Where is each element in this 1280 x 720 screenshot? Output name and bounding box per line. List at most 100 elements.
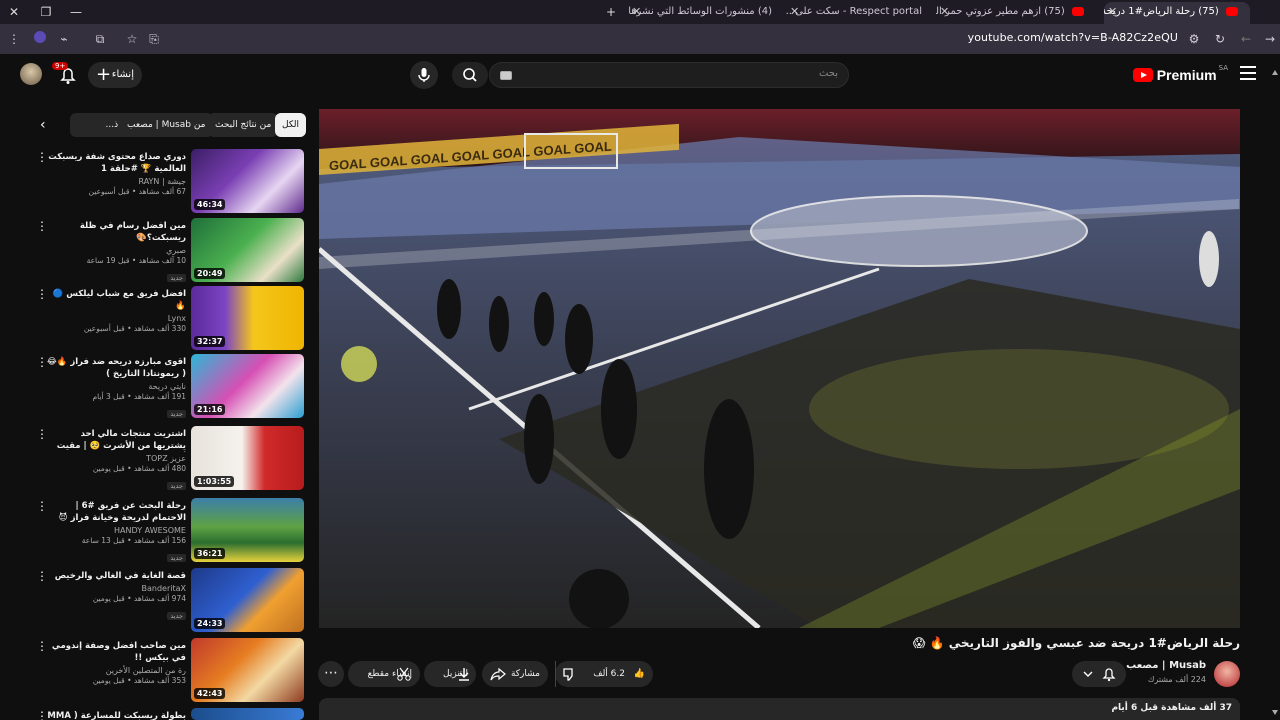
views-and-date: 37 ألف مشاهدة قبل 6 أيام: [1111, 703, 1232, 713]
install-app-icon[interactable]: ⎘: [146, 31, 162, 47]
site-settings-icon[interactable]: ⚙: [1186, 31, 1202, 47]
subscription-bell-button[interactable]: [1072, 661, 1126, 687]
channel-name[interactable]: عزيز TOPZ: [46, 454, 186, 463]
menu-dots-icon[interactable]: ⋮: [6, 31, 22, 47]
more-options-icon[interactable]: ⋮: [36, 428, 48, 440]
video-title[interactable]: افضل فريق مع شباب ليلكس 🔵🔥: [46, 288, 186, 312]
video-title[interactable]: دوري صداع محتوى شفة ريسبكت العالمية 🏆 #ح…: [46, 151, 186, 175]
close-tab-icon[interactable]: ✕: [1108, 2, 1117, 22]
forward-icon[interactable]: ←: [1238, 31, 1254, 47]
video-thumbnail[interactable]: 24:33: [191, 568, 304, 632]
more-actions-button[interactable]: ⋯: [318, 661, 344, 687]
more-options-icon[interactable]: ⋮: [36, 220, 48, 232]
list-item[interactable]: 36:21 رحلة البحث عن فريق #6 | الاحتمام ل…: [32, 498, 304, 562]
video-thumbnail[interactable]: 1:03:55: [191, 426, 304, 490]
video-title[interactable]: مين افضل رسام في ظلة ريسبكت؟🎨: [46, 220, 186, 244]
channel-name[interactable]: HANDY AWESOME: [46, 526, 186, 535]
chip-all[interactable]: الكل: [275, 113, 307, 137]
chip-from-channel[interactable]: من Musab | مصعب: [120, 113, 213, 137]
video-thumbnail[interactable]: [191, 708, 304, 720]
description-box[interactable]: 37 ألف مشاهدة قبل 6 أيام: [319, 698, 1240, 720]
close-tab-icon[interactable]: ✕: [790, 2, 799, 22]
restore-window-icon[interactable]: ❐: [38, 4, 54, 20]
video-title[interactable]: اشتريت منتجات مالي احد يشتريها من الأشرت…: [46, 428, 186, 452]
more-options-icon[interactable]: ⋮: [36, 570, 48, 582]
more-options-icon[interactable]: ⋮: [36, 710, 48, 720]
page-scrollbar[interactable]: [1270, 56, 1280, 720]
video-title[interactable]: رحلة البحث عن فريق #6 | الاحتمام لدريحة …: [46, 500, 186, 524]
reload-icon[interactable]: ↻: [1212, 31, 1228, 47]
search-button[interactable]: [452, 62, 488, 88]
more-options-icon[interactable]: ⋮: [36, 500, 48, 512]
channel-name-main[interactable]: Musab | مصعب: [1126, 660, 1206, 671]
dislike-button[interactable]: [555, 661, 583, 687]
more-options-icon[interactable]: ⋮: [36, 356, 48, 368]
video-thumbnail[interactable]: 20:49: [191, 218, 304, 282]
tab-4[interactable]: (4) منشورات الوسائط التي نشرها ✕: [628, 2, 780, 24]
channel-name[interactable]: نايتي دريحة: [46, 382, 186, 391]
scroll-up-arrow-icon[interactable]: [1272, 70, 1278, 75]
list-item[interactable]: 20:49 مين افضل رسام في ظلة ريسبكت؟🎨 صبري…: [32, 218, 304, 282]
chevron-left-icon[interactable]: ‹: [40, 116, 58, 134]
scroll-down-arrow-icon[interactable]: [1272, 710, 1278, 715]
download-button[interactable]: التنزيل: [424, 661, 476, 687]
youtube-header: SA Premium بحث إنشاء + 9+: [0, 54, 1280, 96]
tab-3[interactable]: Respect portal - سكت على ... ✕: [786, 2, 930, 24]
new-tab-icon[interactable]: +: [603, 4, 619, 20]
list-item[interactable]: 24:33 قصة الغاية في الغالي والرخيص Bande…: [32, 568, 304, 632]
video-thumbnail[interactable]: 42:43: [191, 638, 304, 702]
video-title[interactable]: اقوى مبارزه دريحه ضد فراز 🔥😂 ( ريمونتادا…: [46, 356, 186, 380]
video-thumbnail[interactable]: 36:21: [191, 498, 304, 562]
channel-avatar[interactable]: [1214, 661, 1240, 687]
list-item[interactable]: 1:03:55 اشتريت منتجات مالي احد يشتريها م…: [32, 426, 304, 490]
video-title[interactable]: قصة الغاية في الغالي والرخيص: [46, 570, 186, 582]
back-icon[interactable]: →: [1262, 31, 1278, 47]
new-badge: جديد: [167, 274, 186, 282]
scissors-icon: [397, 667, 411, 681]
list-item[interactable]: 42:43 مين صاحب افضل وصفة إندومي في بيكس …: [32, 638, 304, 702]
video-player[interactable]: GOAL GOAL GOAL GOAL GOAL GOAL GOAL: [319, 109, 1240, 628]
filter-chips: ‹ محتوى ذ... من Musab | مصعب من نتائج ال…: [40, 113, 307, 137]
channel-name[interactable]: جيشة | RAYN: [46, 177, 186, 186]
notifications-button[interactable]: 9+: [52, 62, 78, 86]
voice-search-button[interactable]: [410, 61, 438, 89]
list-item[interactable]: بطولة ريسبكت للمسارعة ( MMA ) مع ⋮: [32, 708, 304, 720]
bookmark-star-icon[interactable]: ☆: [124, 31, 140, 47]
clip-button[interactable]: إنشاء مقطع: [348, 661, 420, 687]
hamburger-menu-icon[interactable]: [1240, 66, 1256, 80]
youtube-premium-logo[interactable]: SA Premium: [1132, 64, 1228, 86]
more-options-icon[interactable]: ⋮: [36, 151, 48, 163]
close-tab-icon[interactable]: ✕: [632, 2, 641, 22]
share-button[interactable]: مشاركة: [482, 661, 548, 687]
broom-icon[interactable]: ⌁: [56, 31, 72, 47]
plus-icon: +: [96, 64, 112, 85]
more-options-icon[interactable]: ⋮: [36, 288, 48, 300]
video-title[interactable]: بطولة ريسبكت للمسارعة ( MMA ) مع: [46, 710, 186, 720]
tab-2[interactable]: (75) ازهم مطير عزوتي حمر النواظ... ✕: [936, 2, 1096, 24]
keyboard-icon[interactable]: [500, 71, 512, 80]
duration-badge: 21:16: [194, 404, 226, 415]
video-thumbnail[interactable]: 46:34: [191, 149, 304, 213]
video-thumbnail[interactable]: 32:37: [191, 286, 304, 350]
channel-name[interactable]: BanderitaX: [46, 584, 187, 593]
video-thumbnail[interactable]: 21:16: [191, 354, 304, 418]
channel-name[interactable]: صبري: [46, 246, 186, 255]
search-box[interactable]: بحث: [489, 62, 849, 88]
create-button[interactable]: إنشاء +: [88, 62, 142, 88]
tab-active[interactable]: (75) رحلة الرياض#1 دريحة ... ✕: [1104, 2, 1250, 24]
account-avatar[interactable]: [20, 63, 42, 85]
like-button[interactable]: 👍 6.2 ألف: [583, 661, 653, 687]
extensions-icon[interactable]: ⧉: [92, 31, 108, 47]
url-text[interactable]: youtube.com/watch?v=B-A82Cz2eQU: [968, 31, 1178, 44]
close-window-icon[interactable]: ✕: [6, 4, 22, 20]
video-title[interactable]: مين صاحب افضل وصفة إندومي في بيكس !!: [46, 640, 186, 664]
close-tab-icon[interactable]: ✕: [940, 2, 949, 22]
minimize-window-icon[interactable]: —: [68, 4, 84, 20]
list-item[interactable]: 46:34 دوري صداع محتوى شفة ريسبكت العالمي…: [32, 149, 304, 213]
more-options-icon[interactable]: ⋮: [36, 640, 48, 652]
list-item[interactable]: 32:37 افضل فريق مع شباب ليلكس 🔵🔥 Lynx 33…: [32, 286, 304, 350]
profile-icon[interactable]: [32, 31, 48, 47]
channel-name[interactable]: Lynx: [46, 314, 186, 323]
list-item[interactable]: 21:16 اقوى مبارزه دريحه ضد فراز 🔥😂 ( ريم…: [32, 354, 304, 418]
chip-from-search[interactable]: من نتائج البحث: [208, 113, 279, 137]
